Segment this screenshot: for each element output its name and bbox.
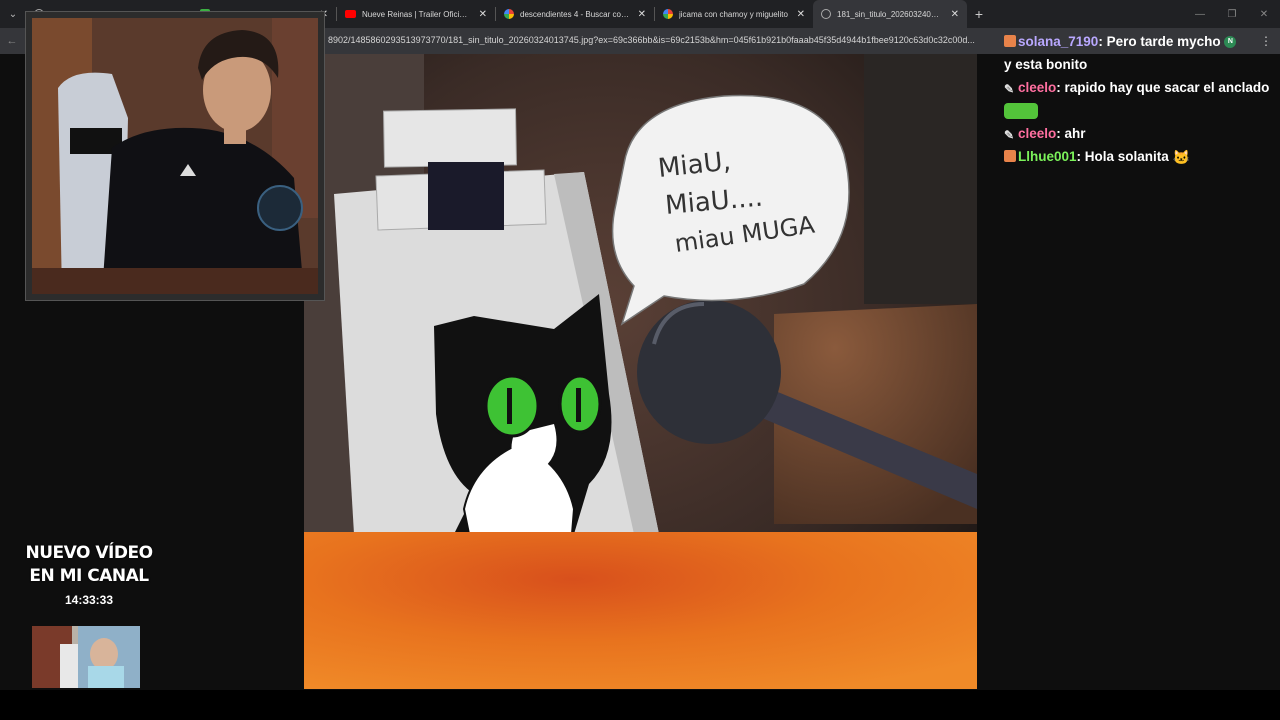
chat-text: Pero tarde mycho xyxy=(1106,34,1221,49)
google-icon xyxy=(663,9,673,19)
desk-edge xyxy=(32,268,318,294)
thumbnail-art xyxy=(32,626,140,688)
chair-top xyxy=(383,108,517,168)
tab-3[interactable]: Nueve Reinas | Trailer Oficial | P ✕ xyxy=(337,0,495,28)
streamer-camera xyxy=(32,18,318,294)
chat-text: rapido hay que sacar el anclado xyxy=(1064,80,1270,95)
close-tab-icon[interactable]: ✕ xyxy=(951,9,959,20)
chat-text: ahr xyxy=(1064,126,1086,141)
tab-search-icon[interactable]: ⌄ xyxy=(0,0,26,28)
chat-username: Llhue001 xyxy=(1018,149,1077,164)
orange-desk xyxy=(304,532,977,689)
pen-badge-icon: ✎ xyxy=(1004,82,1015,96)
pen-badge-icon: ✎ xyxy=(1004,128,1015,142)
chat-message: ✎ cleelo: rapido hay que sacar el anclado xyxy=(1004,76,1274,122)
chat-text: Hola solanita xyxy=(1084,149,1169,164)
tab-title: jicama con chamoy y miguelito xyxy=(679,9,788,19)
new-video-promo: NUEVO VÍDEO EN MI CANAL 14:33:33 xyxy=(14,542,164,607)
video-thumbnail xyxy=(32,626,140,688)
cat-right-pupil xyxy=(576,388,581,422)
youtube-icon xyxy=(345,10,356,18)
chat-message: solana_7190: Pero tarde mycho N xyxy=(1004,30,1274,53)
tab-5[interactable]: jicama con chamoy y miguelito ✕ xyxy=(655,0,813,28)
image-viewer: MiaU, MiaU.... miau MUGA xyxy=(304,54,977,689)
n-icon: N xyxy=(1224,36,1237,49)
microphone xyxy=(257,185,303,231)
cat-left-pupil xyxy=(507,388,512,424)
grin-emote xyxy=(1004,103,1038,120)
chair-strap xyxy=(428,162,504,230)
chat-message: Llhue001: Hola solanita 🐱 xyxy=(1004,145,1274,169)
back-arrow-icon[interactable]: ← xyxy=(0,35,24,47)
stream-screen: ⌄ Quill | Directory Watchlist... Clips G… xyxy=(0,0,1280,720)
right-wall xyxy=(864,54,977,304)
sub-badge-icon xyxy=(1004,150,1016,162)
chat-message-continuation: y esta bonito xyxy=(1004,57,1088,72)
tab-title: Nueve Reinas | Trailer Oficial | P xyxy=(362,9,471,19)
chat-username: cleelo xyxy=(1018,126,1057,141)
webcam-feed xyxy=(25,11,325,301)
promo-title-line1: NUEVO VÍDEO xyxy=(25,543,153,563)
stream-clock: 14:33:33 xyxy=(64,593,114,607)
close-tab-icon[interactable]: ✕ xyxy=(479,9,487,20)
tab-6-active[interactable]: 181_sin_titulo_20260324013745... ✕ xyxy=(813,0,967,28)
taskbar-strip xyxy=(0,690,1280,720)
new-tab-button[interactable]: + xyxy=(967,6,991,22)
chat-cutoff-line xyxy=(1004,14,1274,30)
chat-overlay: solana_7190: Pero tarde mycho N y esta b… xyxy=(1004,14,1274,169)
chat-username: solana_7190 xyxy=(1018,34,1099,49)
close-tab-icon[interactable]: ✕ xyxy=(797,9,805,20)
url-field[interactable]: 8902/1485860293513973770/181_sin_titulo_… xyxy=(328,35,1008,45)
sub-badge-icon xyxy=(1004,35,1016,47)
chat-message: ✎ cleelo: ahr xyxy=(1004,126,1086,142)
microphone-ball xyxy=(637,300,781,444)
close-tab-icon[interactable]: ✕ xyxy=(638,9,646,20)
cat-emote: 🐱 xyxy=(1172,148,1191,165)
google-icon xyxy=(504,9,514,19)
tab-4[interactable]: descendientes 4 - Buscar con G ✕ xyxy=(496,0,654,28)
tab-title: 181_sin_titulo_20260324013745... xyxy=(837,9,943,19)
promo-title-line2: EN MI CANAL xyxy=(29,566,149,586)
chat-username: cleelo xyxy=(1018,80,1057,95)
globe-icon xyxy=(821,9,831,19)
cat-drawing: MiaU, MiaU.... miau MUGA xyxy=(304,54,977,689)
tab-title: descendientes 4 - Buscar con G xyxy=(520,9,630,19)
neck xyxy=(224,126,246,144)
